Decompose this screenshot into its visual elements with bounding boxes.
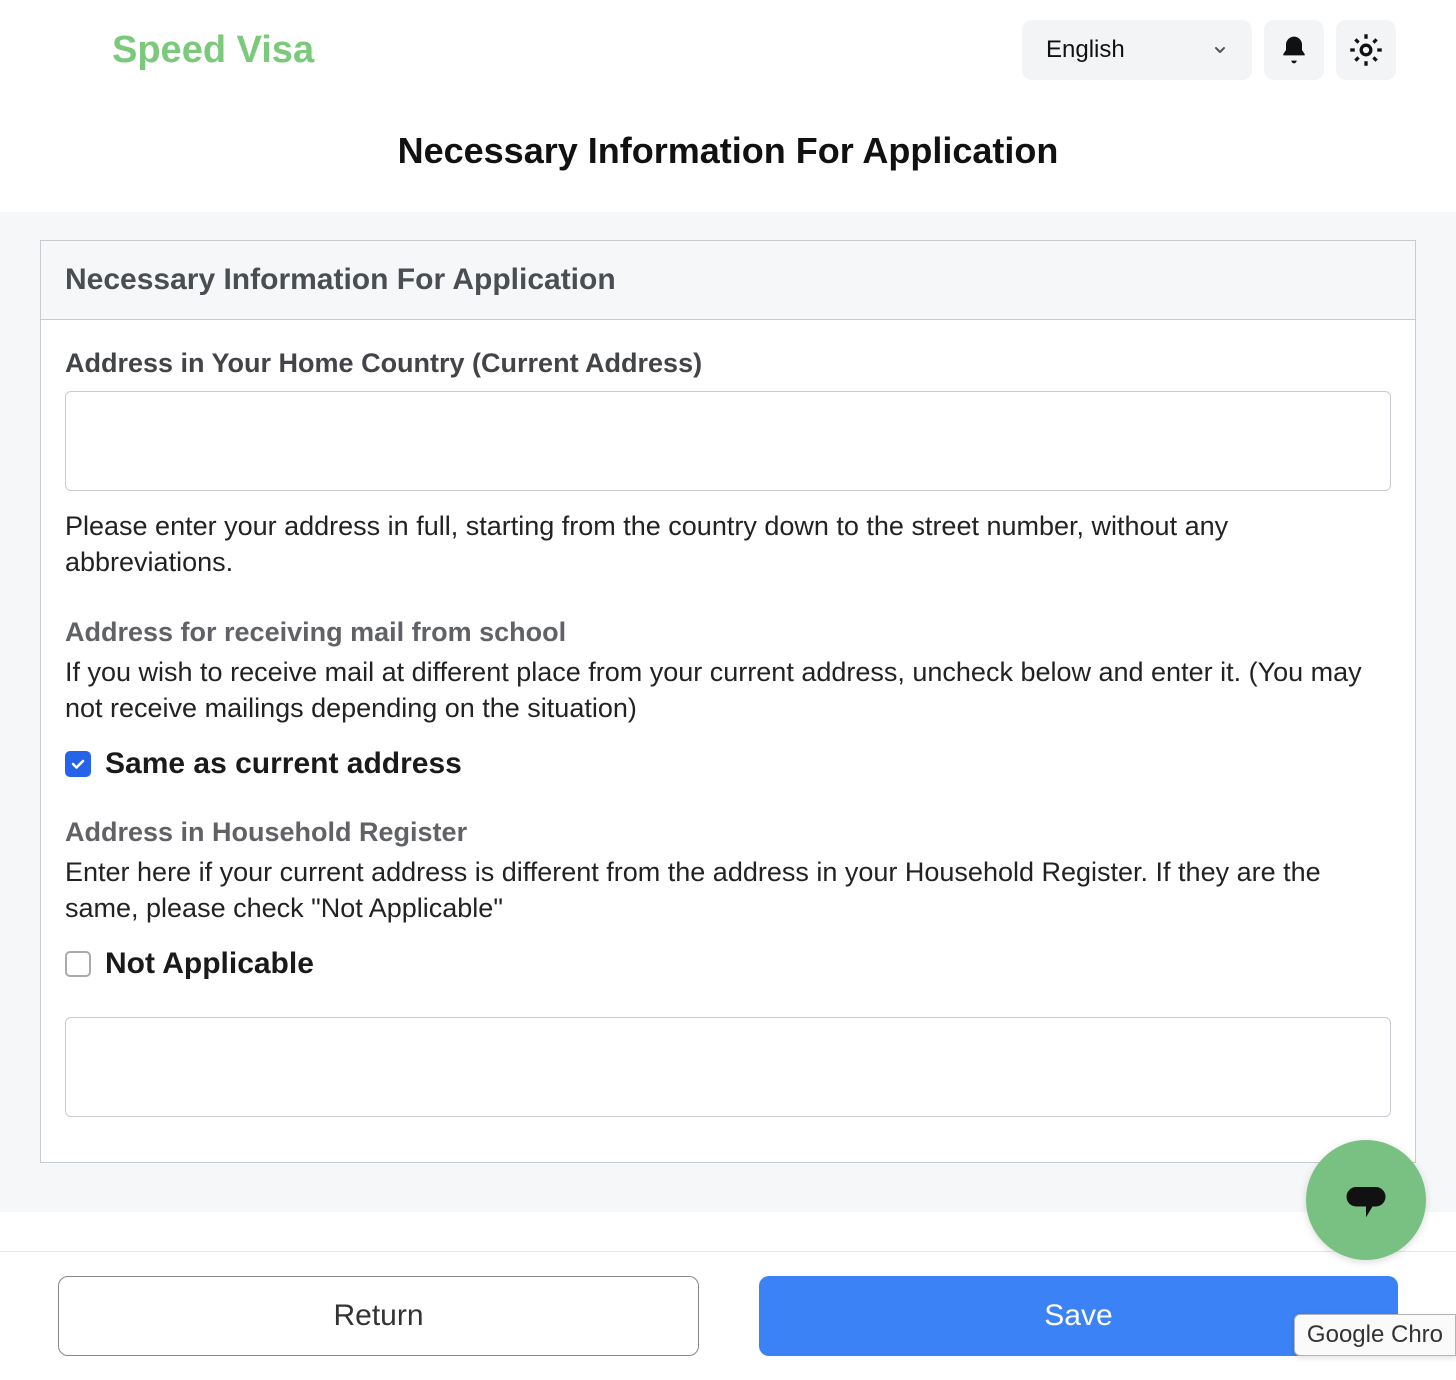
notifications-button[interactable] [1264, 20, 1324, 80]
header: Speed Visa English [0, 0, 1456, 100]
page-title: Necessary Information For Application [0, 100, 1456, 212]
not-applicable-checkbox-label: Not Applicable [105, 947, 314, 981]
chevron-down-icon [1212, 42, 1228, 58]
mail-address-desc: If you wish to receive mail at different… [65, 654, 1391, 727]
bottom-bar: Return Save [0, 1251, 1456, 1380]
not-applicable-checkbox[interactable] [65, 951, 91, 977]
bell-icon [1278, 34, 1310, 66]
same-address-row: Same as current address [65, 747, 1391, 781]
return-button[interactable]: Return [58, 1276, 699, 1356]
household-register-input[interactable] [65, 1017, 1391, 1117]
panel-body: Address in Your Home Country (Current Ad… [41, 320, 1415, 1162]
household-register-label: Address in Household Register [65, 817, 1391, 848]
same-address-checkbox-label: Same as current address [105, 747, 462, 781]
household-register-desc: Enter here if your current address is di… [65, 854, 1391, 927]
language-select[interactable]: English [1022, 20, 1252, 80]
logo: Speed Visa [112, 29, 314, 72]
home-address-input[interactable] [65, 391, 1391, 491]
settings-button[interactable] [1336, 20, 1396, 80]
language-label: English [1046, 36, 1125, 64]
home-address-hint: Please enter your address in full, start… [65, 508, 1391, 581]
browser-tooltip: Google Chro [1294, 1314, 1456, 1356]
panel-title: Necessary Information For Application [65, 263, 1391, 297]
main-area: Necessary Information For Application Ad… [0, 212, 1456, 1212]
chat-icon [1340, 1174, 1392, 1226]
chat-widget[interactable] [1306, 1140, 1426, 1260]
panel-header: Necessary Information For Application [41, 241, 1415, 320]
mail-address-label: Address for receiving mail from school [65, 617, 1391, 648]
check-icon [70, 756, 86, 772]
same-address-checkbox[interactable] [65, 751, 91, 777]
not-applicable-row: Not Applicable [65, 947, 1391, 981]
form-panel: Necessary Information For Application Ad… [40, 240, 1416, 1163]
header-actions: English [1022, 20, 1396, 80]
home-address-label: Address in Your Home Country (Current Ad… [65, 348, 1391, 379]
gear-icon [1348, 32, 1384, 68]
